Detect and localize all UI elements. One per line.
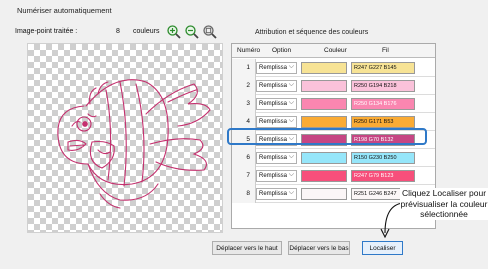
option-value: Remplissa bbox=[259, 173, 288, 179]
bird-outline-artwork bbox=[57, 79, 211, 209]
col-option: Option bbox=[272, 47, 292, 54]
option-select[interactable]: Remplissa ⌵ bbox=[256, 188, 297, 200]
table-row[interactable]: 6 Remplissa ⌵ R150 G230 B250 bbox=[232, 149, 435, 167]
chevron-down-icon: ⌵ bbox=[288, 81, 294, 88]
row-number: 3 bbox=[232, 95, 256, 113]
chevron-down-icon: ⌵ bbox=[288, 63, 294, 70]
option-value: Remplissa bbox=[259, 191, 288, 197]
chevron-down-icon: ⌵ bbox=[288, 171, 294, 178]
table-row[interactable]: 2 Remplissa ⌵ R250 G194 B218 bbox=[232, 77, 435, 95]
chevron-down-icon: ⌵ bbox=[288, 99, 294, 106]
option-value: Remplissa bbox=[259, 83, 288, 89]
thread-value[interactable]: R250 G171 B53 bbox=[351, 116, 415, 128]
chevron-down-icon: ⌵ bbox=[288, 153, 294, 160]
row-number: 8 bbox=[232, 185, 256, 203]
zoom-out-icon[interactable] bbox=[184, 24, 200, 40]
zoom-fit-icon[interactable] bbox=[202, 24, 218, 40]
color-swatch[interactable] bbox=[301, 188, 347, 200]
thread-value[interactable]: R250 G134 B176 bbox=[351, 98, 415, 110]
table-header: Numéro Option Couleur Fil bbox=[232, 44, 435, 58]
color-assignment-title: Attribution et séquence des couleurs bbox=[255, 29, 369, 36]
row-number: 7 bbox=[232, 167, 256, 185]
option-value: Remplissa bbox=[259, 119, 288, 125]
chevron-down-icon: ⌵ bbox=[288, 189, 294, 196]
option-value: Remplissa bbox=[259, 65, 288, 71]
col-thread: Fil bbox=[382, 47, 389, 54]
color-swatch[interactable] bbox=[301, 62, 347, 74]
dialog-title: Numériser automatiquement bbox=[17, 6, 112, 15]
image-preview[interactable] bbox=[27, 43, 223, 233]
color-swatch[interactable] bbox=[301, 98, 347, 110]
color-swatch[interactable] bbox=[301, 152, 347, 164]
color-swatch[interactable] bbox=[301, 80, 347, 92]
selected-row-highlight bbox=[227, 128, 427, 145]
color-swatch[interactable] bbox=[301, 116, 347, 128]
processed-image-label: Image-point traitée : bbox=[15, 28, 78, 35]
move-up-button[interactable]: Déplacer vers le haut bbox=[212, 241, 282, 255]
option-select[interactable]: Remplissa ⌵ bbox=[256, 116, 297, 128]
locate-button[interactable]: Localiser bbox=[362, 241, 403, 255]
option-select[interactable]: Remplissa ⌵ bbox=[256, 80, 297, 92]
table-row[interactable]: 3 Remplissa ⌵ R250 G134 B176 bbox=[232, 95, 435, 113]
thread-value[interactable]: R247 G79 B123 bbox=[351, 170, 415, 182]
thread-value[interactable]: R250 G194 B218 bbox=[351, 80, 415, 92]
col-color: Couleur bbox=[324, 47, 347, 54]
row-number: 1 bbox=[232, 59, 256, 77]
thread-value[interactable]: R150 G230 B250 bbox=[351, 152, 415, 164]
row-number: 2 bbox=[232, 77, 256, 95]
option-select[interactable]: Remplissa ⌵ bbox=[256, 62, 297, 74]
option-select[interactable]: Remplissa ⌵ bbox=[256, 98, 297, 110]
zoom-in-icon[interactable] bbox=[166, 24, 182, 40]
table-row[interactable]: 1 Remplissa ⌵ R247 G227 B145 bbox=[232, 59, 435, 77]
col-number: Numéro bbox=[237, 47, 261, 54]
row-number: 6 bbox=[232, 149, 256, 167]
option-select[interactable]: Remplissa ⌵ bbox=[256, 170, 297, 182]
table-row[interactable]: 7 Remplissa ⌵ R247 G79 B123 bbox=[232, 167, 435, 185]
callout-text: Cliquez Localiser pour prévisualiser la … bbox=[400, 188, 488, 220]
option-select[interactable]: Remplissa ⌵ bbox=[256, 152, 297, 164]
chevron-down-icon: ⌵ bbox=[288, 117, 294, 124]
option-value: Remplissa bbox=[259, 155, 288, 161]
auto-digitize-dialog: Numériser automatiquement Image-point tr… bbox=[0, 0, 488, 269]
thread-value[interactable]: R247 G227 B145 bbox=[351, 62, 415, 74]
color-count: 8 bbox=[116, 28, 120, 35]
color-count-unit: couleurs bbox=[133, 28, 160, 35]
image-info-bar: Image-point traitée : 8 couleurs bbox=[15, 23, 220, 41]
move-down-button[interactable]: Déplacer vers le bas bbox=[288, 241, 350, 255]
color-swatch[interactable] bbox=[301, 170, 347, 182]
option-value: Remplissa bbox=[259, 101, 288, 107]
